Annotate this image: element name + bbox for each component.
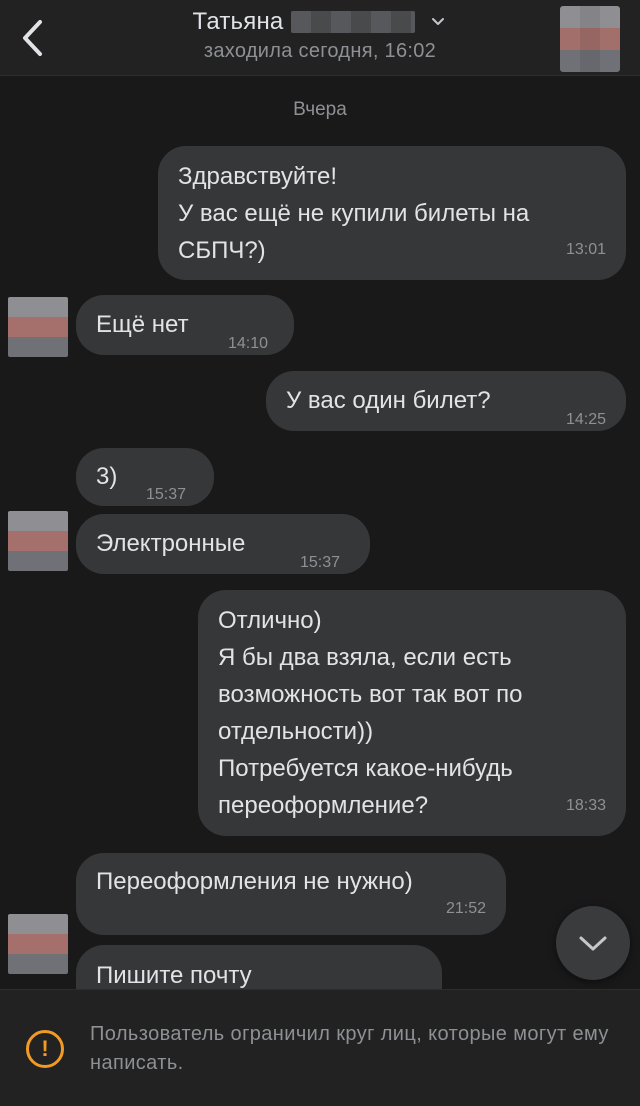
notice-text: Пользователь ограничил круг лиц, которые… xyxy=(90,1023,609,1074)
message-list[interactable]: Вчера Здравствуйте! У вас ещё не купили … xyxy=(0,77,640,989)
redacted-last-name xyxy=(291,11,416,33)
message-time: 21:52 xyxy=(445,900,486,917)
avatar[interactable] xyxy=(8,297,68,357)
message-incoming[interactable]: Переоформления не нужно) 21:52 xyxy=(76,853,506,935)
avatar[interactable] xyxy=(8,511,68,571)
message-time: 13:01 xyxy=(565,241,606,258)
date-separator: Вчера xyxy=(293,99,347,120)
scroll-to-bottom-button[interactable] xyxy=(556,906,630,980)
contact-avatar[interactable] xyxy=(560,6,620,72)
message-time: 14:10 xyxy=(228,335,269,352)
message-time: 18:33 xyxy=(565,797,606,814)
message-text: Переоформления не нужно) xyxy=(96,868,413,895)
message-incoming[interactable]: Электронные 15:37 xyxy=(76,514,370,574)
chevron-down-icon[interactable] xyxy=(429,13,447,31)
message-outgoing[interactable]: Здравствуйте! У вас ещё не купили билеты… xyxy=(158,146,626,280)
restriction-notice: ! Пользователь ограничил круг лиц, котор… xyxy=(0,989,640,1106)
chat-header: Татьяна заходила сегодня, 16:02 xyxy=(0,0,640,76)
message-text: Пишите почту xyxy=(96,962,252,989)
chevron-down-icon xyxy=(579,936,607,951)
message-incoming[interactable]: Ещё нет 14:10 xyxy=(76,295,294,355)
message-time: 14:25 xyxy=(565,411,606,428)
chat-title[interactable]: Татьяна заходила сегодня, 16:02 xyxy=(0,8,640,63)
message-time: 15:37 xyxy=(300,554,341,571)
message-incoming[interactable]: 3) 15:37 xyxy=(76,448,214,506)
last-seen-status: заходила сегодня, 16:02 xyxy=(203,40,437,62)
message-incoming[interactable]: Пишите почту xyxy=(76,945,442,989)
contact-name[interactable]: Татьяна xyxy=(193,8,284,36)
message-text: Здравствуйте! У вас ещё не купили билеты… xyxy=(178,163,530,264)
exclamation-circle-icon: ! xyxy=(26,1030,64,1068)
avatar[interactable] xyxy=(8,914,68,974)
message-outgoing[interactable]: У вас один билет? 14:25 xyxy=(266,371,626,431)
message-text: Отлично) Я бы два взяла, если есть возмо… xyxy=(218,607,523,819)
message-outgoing[interactable]: Отлично) Я бы два взяла, если есть возмо… xyxy=(198,590,626,836)
message-time: 15:37 xyxy=(146,486,187,503)
